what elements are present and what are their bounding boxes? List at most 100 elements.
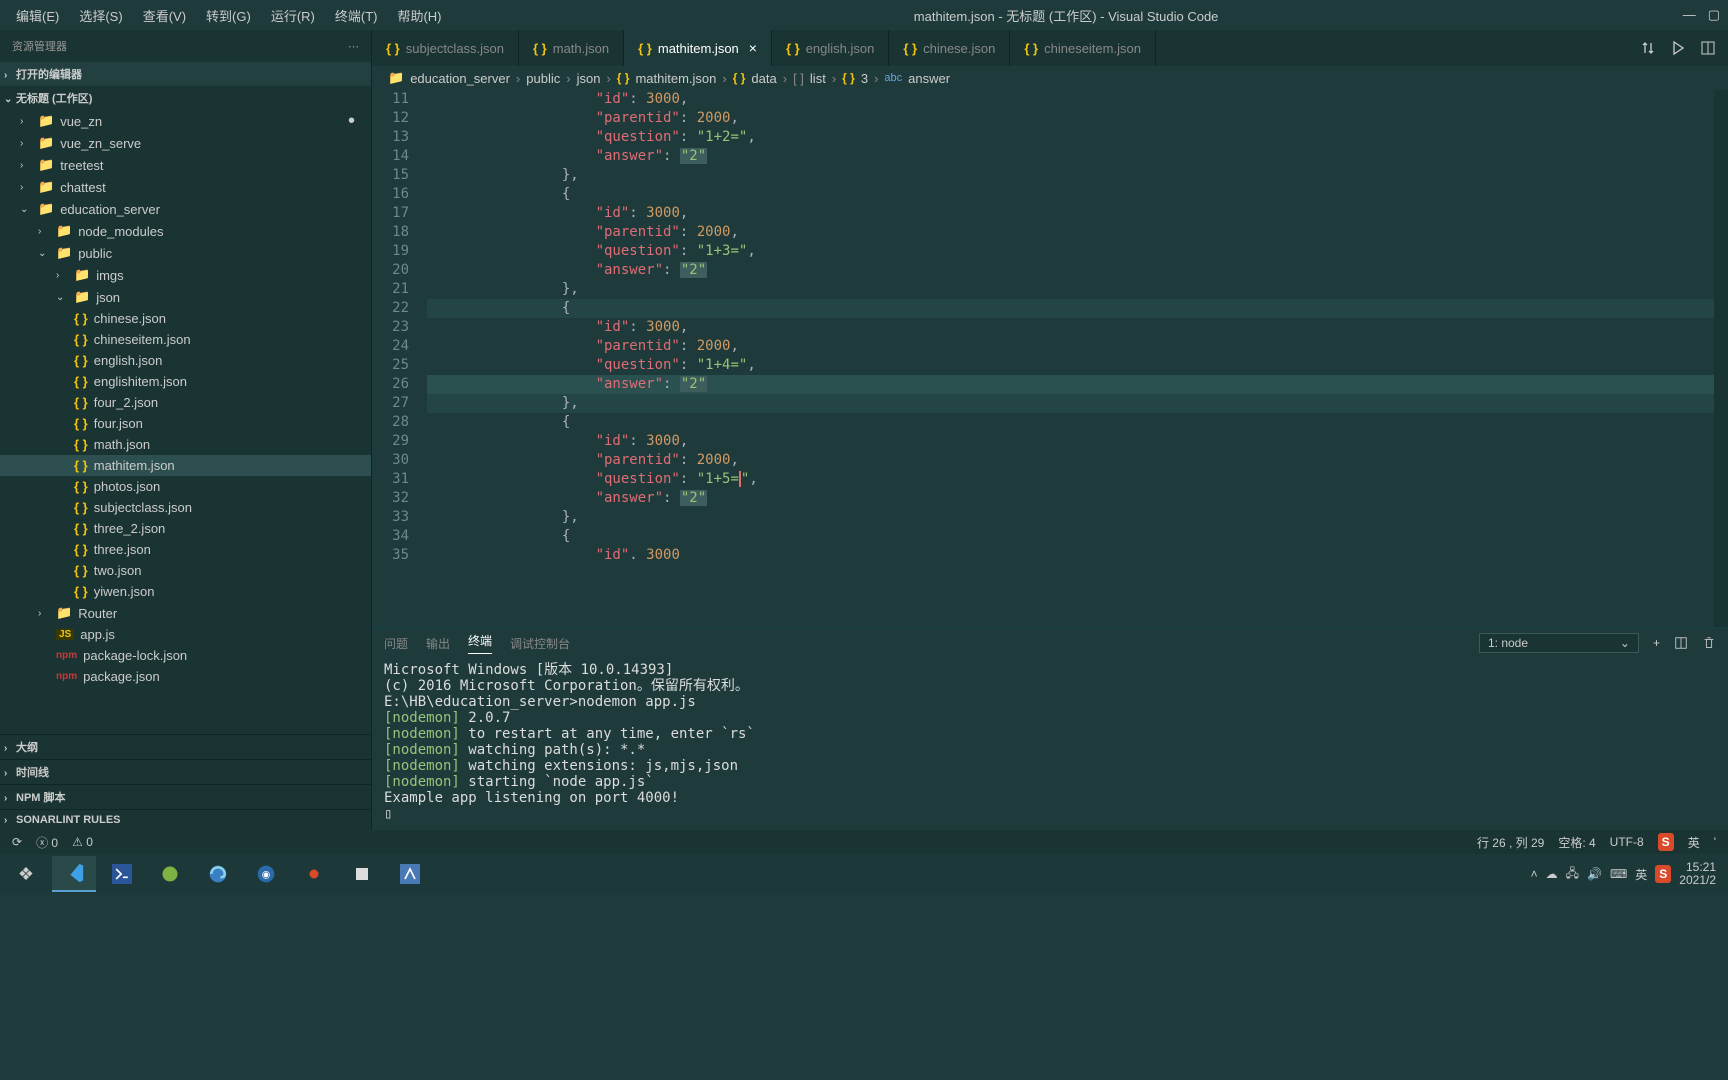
powershell-taskbar-icon[interactable]: [100, 856, 144, 892]
tree-item[interactable]: npmpackage-lock.json: [0, 645, 371, 666]
tree-item[interactable]: ⌄📁education_server: [0, 198, 371, 220]
tray-network-icon[interactable]: 🖧: [1566, 864, 1579, 885]
tray-ime-icon[interactable]: 英: [1635, 866, 1647, 883]
tree-item[interactable]: { }subjectclass.json: [0, 497, 371, 518]
timeline-section[interactable]: ›时间线: [0, 759, 371, 784]
notes-taskbar-icon[interactable]: [340, 856, 384, 892]
minimap[interactable]: [1714, 90, 1728, 627]
terminal-select[interactable]: 1: node⌄: [1479, 633, 1639, 653]
tree-item[interactable]: { }yiwen.json: [0, 581, 371, 602]
tray-volume-icon[interactable]: 🔊: [1587, 867, 1602, 881]
terminal-tab[interactable]: 终端: [468, 632, 492, 654]
start-button[interactable]: ❖: [4, 856, 48, 892]
ime-icon[interactable]: S: [1658, 833, 1674, 851]
json-icon: { }: [74, 311, 88, 326]
menu-item[interactable]: 选择(S): [71, 2, 130, 29]
workspace-section[interactable]: ⌄无标题 (工作区): [0, 86, 371, 110]
menu-item[interactable]: 编辑(E): [8, 2, 67, 29]
tree-item[interactable]: ›📁treetest: [0, 154, 371, 176]
close-icon[interactable]: ×: [749, 40, 757, 56]
encoding[interactable]: UTF-8: [1610, 835, 1644, 849]
editor-tab[interactable]: { }chineseitem.json: [1010, 30, 1156, 66]
editor-tab[interactable]: { }mathitem.json×: [624, 30, 772, 66]
json-icon: { }: [74, 332, 88, 347]
tray-chevron-icon[interactable]: ˄: [1531, 867, 1538, 881]
terminal-content[interactable]: Microsoft Windows [版本 10.0.14393](c) 201…: [372, 658, 1728, 830]
tree-item[interactable]: ›📁imgs: [0, 264, 371, 286]
editor-tab[interactable]: { }english.json: [772, 30, 889, 66]
tree-item[interactable]: { }english.json: [0, 350, 371, 371]
tree-item[interactable]: { }englishitem.json: [0, 371, 371, 392]
tree-item[interactable]: ⌄📁public: [0, 242, 371, 264]
tree-item[interactable]: { }chineseitem.json: [0, 329, 371, 350]
editor-tab[interactable]: { }chinese.json: [889, 30, 1010, 66]
sonarlint-section[interactable]: ›SONARLINT RULES: [0, 809, 371, 830]
cursor-position[interactable]: 行 26 , 列 29: [1477, 834, 1544, 851]
menu-item[interactable]: 运行(R): [263, 2, 323, 29]
json-icon: { }: [74, 374, 88, 389]
tree-item[interactable]: ›📁vue_zn•: [0, 110, 371, 132]
tray-onedrive-icon[interactable]: ☁: [1546, 867, 1558, 881]
minimize-icon[interactable]: —: [1683, 7, 1696, 23]
tree-item[interactable]: ⌄📁json: [0, 286, 371, 308]
breadcrumb[interactable]: 📁 education_server› public› json› { } ma…: [372, 66, 1728, 90]
editor-tab[interactable]: { }subjectclass.json: [372, 30, 519, 66]
tree-item[interactable]: ›📁node_modules: [0, 220, 371, 242]
split-icon[interactable]: [1700, 40, 1716, 56]
tree-item[interactable]: { }mathitem.json: [0, 455, 371, 476]
tree-item[interactable]: { }math.json: [0, 434, 371, 455]
new-terminal-icon[interactable]: +: [1653, 636, 1660, 650]
code-editor[interactable]: 1112131415161718192021222324252627282930…: [372, 90, 1728, 627]
indent-setting[interactable]: 空格: 4: [1558, 834, 1595, 851]
tree-item[interactable]: ›📁vue_zn_serve: [0, 132, 371, 154]
sync-icon[interactable]: ⟳: [12, 835, 22, 849]
json-icon: { }: [74, 395, 88, 410]
tree-item-label: subjectclass.json: [94, 500, 192, 515]
run-icon[interactable]: [1670, 40, 1686, 56]
explorer-title: 资源管理器: [12, 38, 67, 54]
split-terminal-icon[interactable]: [1674, 636, 1688, 650]
app3-taskbar-icon[interactable]: [388, 856, 432, 892]
tree-item[interactable]: { }photos.json: [0, 476, 371, 497]
outline-section[interactable]: ›大纲: [0, 734, 371, 759]
output-tab[interactable]: 输出: [426, 635, 450, 652]
problems-tab[interactable]: 问题: [384, 635, 408, 652]
tree-item[interactable]: { }three.json: [0, 539, 371, 560]
open-editors-section[interactable]: ›打开的编辑器: [0, 62, 371, 86]
compare-icon[interactable]: [1640, 40, 1656, 56]
app2-taskbar-icon[interactable]: ◉: [244, 856, 288, 892]
tree-item[interactable]: { }four.json: [0, 413, 371, 434]
errors-indicator[interactable]: ⓧ 0: [36, 834, 58, 851]
debug-console-tab[interactable]: 调试控制台: [510, 635, 570, 652]
menu-item[interactable]: 帮助(H): [389, 2, 449, 29]
tray-sogou-icon[interactable]: S: [1655, 865, 1671, 883]
vscode-taskbar-icon[interactable]: [52, 856, 96, 892]
tree-item[interactable]: { }two.json: [0, 560, 371, 581]
taskbar-clock[interactable]: 15:21 2021/2: [1679, 861, 1716, 887]
menu-item[interactable]: 查看(V): [135, 2, 194, 29]
folder-icon: 📁: [74, 289, 90, 305]
editor-tab[interactable]: { }math.json: [519, 30, 624, 66]
menu-item[interactable]: 转到(G): [198, 2, 259, 29]
warnings-indicator[interactable]: ⚠ 0: [72, 835, 93, 849]
window-title: mathitem.json - 无标题 (工作区) - Visual Studi…: [450, 6, 1683, 25]
tree-item[interactable]: { }chinese.json: [0, 308, 371, 329]
tree-item[interactable]: JSapp.js: [0, 624, 371, 645]
npm-icon: npm: [56, 650, 77, 661]
menu-bar: 编辑(E)选择(S)查看(V)转到(G)运行(R)终端(T)帮助(H): [8, 2, 450, 29]
tree-item[interactable]: { }three_2.json: [0, 518, 371, 539]
tree-item[interactable]: ›📁Router: [0, 602, 371, 624]
maximize-icon[interactable]: ▢: [1708, 7, 1720, 23]
trash-icon[interactable]: [1702, 636, 1716, 650]
npm-scripts-section[interactable]: ›NPM 脚本: [0, 784, 371, 809]
app-taskbar-icon[interactable]: [148, 856, 192, 892]
record-taskbar-icon[interactable]: [292, 856, 336, 892]
tree-item[interactable]: npmpackage.json: [0, 666, 371, 687]
more-icon[interactable]: ⋯: [348, 40, 359, 53]
tree-item-label: yiwen.json: [94, 584, 155, 599]
tray-keyboard-icon[interactable]: ⌨: [1610, 867, 1627, 881]
tree-item[interactable]: ›📁chattest: [0, 176, 371, 198]
menu-item[interactable]: 终端(T): [327, 2, 386, 29]
tree-item[interactable]: { }four_2.json: [0, 392, 371, 413]
edge-taskbar-icon[interactable]: [196, 856, 240, 892]
